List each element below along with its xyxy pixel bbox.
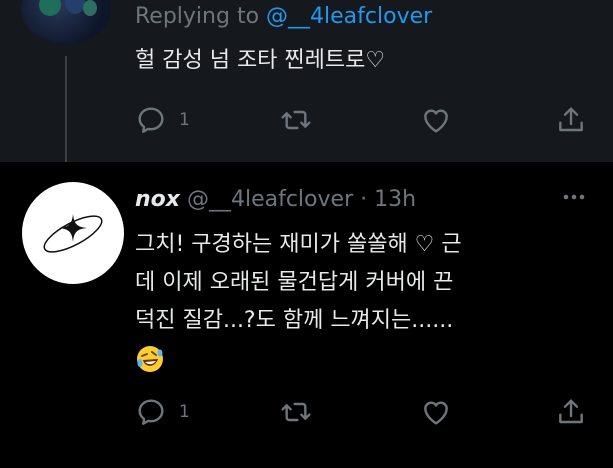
avatar[interactable] xyxy=(21,0,111,44)
reply-button[interactable]: 1 xyxy=(135,392,190,432)
like-button[interactable] xyxy=(420,392,452,432)
replying-handle-link[interactable]: @__4leafclover xyxy=(266,4,432,29)
display-name[interactable]: nox xyxy=(135,187,180,212)
separator: · xyxy=(353,187,375,212)
reply-count: 1 xyxy=(179,110,190,130)
share-icon xyxy=(559,399,583,424)
star-orbit-icon xyxy=(43,214,103,253)
share-button[interactable] xyxy=(555,100,587,140)
heart-icon xyxy=(424,109,448,133)
reply-icon xyxy=(138,107,164,133)
more-button[interactable] xyxy=(560,187,590,207)
reply-count: 1 xyxy=(179,402,190,422)
tweet-text: 그치! 구경하는 재미가 쏠쏠해 ♡ 근 데 이제 오래된 물건답게 커버에 끈… xyxy=(135,226,605,378)
share-button[interactable] xyxy=(555,392,587,432)
main-tweet[interactable]: nox @__4leafclover · 13h 그치! 구경하는 재미가 쏠쏠… xyxy=(0,162,613,468)
replying-to: Replying to @__4leafclover xyxy=(135,4,432,29)
tweet-text: 헐 감성 넘 조타 찐레트로♡ xyxy=(135,48,386,73)
handle[interactable]: @__4leafclover xyxy=(187,187,353,212)
share-icon xyxy=(559,107,583,132)
retweet-icon xyxy=(281,110,311,130)
reply-icon xyxy=(138,399,164,425)
retweet-icon xyxy=(281,402,311,422)
replying-prefix: Replying to xyxy=(135,4,260,29)
rolling-on-floor-laughing-emoji xyxy=(137,346,163,372)
action-bar: 1 xyxy=(0,392,613,432)
tweet-text-line: 그치! 구경하는 재미가 쏠쏠해 ♡ 근 xyxy=(135,232,462,257)
emoji-line xyxy=(135,340,605,378)
action-bar: 1 xyxy=(0,100,613,140)
more-icon xyxy=(563,194,585,200)
retweet-button[interactable] xyxy=(280,100,312,140)
reply-tweet[interactable]: Replying to @__4leafclover 헐 감성 넘 조타 찐레트… xyxy=(0,0,613,166)
like-button[interactable] xyxy=(420,100,452,140)
avatar[interactable] xyxy=(22,182,124,284)
tweet-header: nox @__4leafclover · 13h xyxy=(135,187,416,212)
tweet-text-line: 데 이제 오래된 물건답게 커버에 끈 xyxy=(135,270,454,295)
retweet-button[interactable] xyxy=(280,392,312,432)
heart-icon xyxy=(424,401,448,425)
tweet-text-line: 덕진 질감...?도 함께 느껴지는...... xyxy=(135,308,454,333)
reply-button[interactable]: 1 xyxy=(135,100,190,140)
timestamp[interactable]: 13h xyxy=(374,187,416,212)
